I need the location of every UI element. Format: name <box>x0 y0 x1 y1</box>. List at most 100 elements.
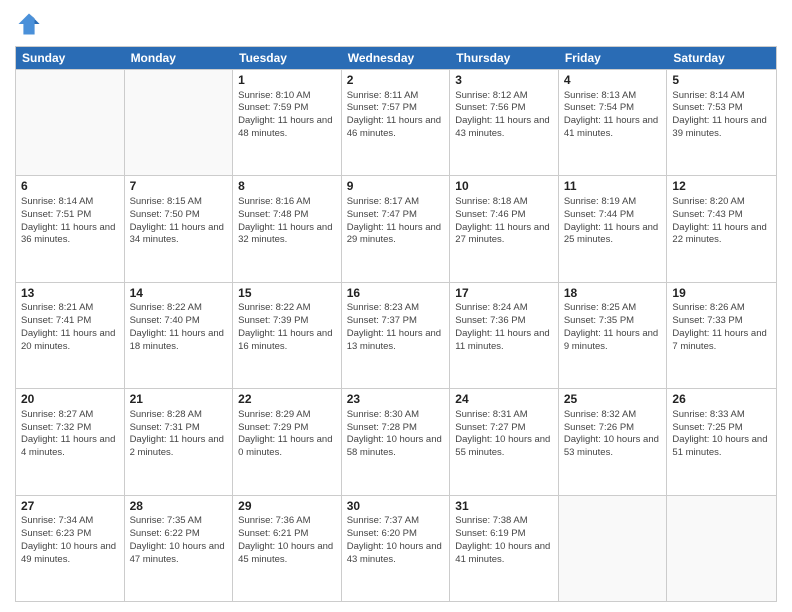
header-day-monday: Monday <box>125 47 234 69</box>
day-cell-11: 11Sunrise: 8:19 AM Sunset: 7:44 PM Dayli… <box>559 176 668 281</box>
day-info: Sunrise: 8:10 AM Sunset: 7:59 PM Dayligh… <box>238 90 336 141</box>
day-info: Sunrise: 8:32 AM Sunset: 7:26 PM Dayligh… <box>564 409 662 460</box>
day-info: Sunrise: 8:28 AM Sunset: 7:31 PM Dayligh… <box>130 409 228 460</box>
day-number: 11 <box>564 179 662 195</box>
day-info: Sunrise: 8:25 AM Sunset: 7:35 PM Dayligh… <box>564 302 662 353</box>
day-number: 26 <box>672 392 771 408</box>
day-cell-21: 21Sunrise: 8:28 AM Sunset: 7:31 PM Dayli… <box>125 389 234 494</box>
week-row-4: 20Sunrise: 8:27 AM Sunset: 7:32 PM Dayli… <box>16 388 776 494</box>
day-info: Sunrise: 8:22 AM Sunset: 7:40 PM Dayligh… <box>130 302 228 353</box>
day-info: Sunrise: 8:11 AM Sunset: 7:57 PM Dayligh… <box>347 90 445 141</box>
logo <box>15 10 47 38</box>
day-cell-9: 9Sunrise: 8:17 AM Sunset: 7:47 PM Daylig… <box>342 176 451 281</box>
day-info: Sunrise: 8:17 AM Sunset: 7:47 PM Dayligh… <box>347 196 445 247</box>
calendar-body: 1Sunrise: 8:10 AM Sunset: 7:59 PM Daylig… <box>16 69 776 601</box>
day-cell-15: 15Sunrise: 8:22 AM Sunset: 7:39 PM Dayli… <box>233 283 342 388</box>
day-number: 28 <box>130 499 228 515</box>
day-info: Sunrise: 8:13 AM Sunset: 7:54 PM Dayligh… <box>564 90 662 141</box>
day-cell-31: 31Sunrise: 7:38 AM Sunset: 6:19 PM Dayli… <box>450 496 559 601</box>
day-cell-30: 30Sunrise: 7:37 AM Sunset: 6:20 PM Dayli… <box>342 496 451 601</box>
day-info: Sunrise: 8:24 AM Sunset: 7:36 PM Dayligh… <box>455 302 553 353</box>
day-info: Sunrise: 8:33 AM Sunset: 7:25 PM Dayligh… <box>672 409 771 460</box>
day-cell-7: 7Sunrise: 8:15 AM Sunset: 7:50 PM Daylig… <box>125 176 234 281</box>
day-number: 10 <box>455 179 553 195</box>
day-cell-20: 20Sunrise: 8:27 AM Sunset: 7:32 PM Dayli… <box>16 389 125 494</box>
day-cell-29: 29Sunrise: 7:36 AM Sunset: 6:21 PM Dayli… <box>233 496 342 601</box>
day-cell-26: 26Sunrise: 8:33 AM Sunset: 7:25 PM Dayli… <box>667 389 776 494</box>
day-cell-4: 4Sunrise: 8:13 AM Sunset: 7:54 PM Daylig… <box>559 70 668 175</box>
day-cell-8: 8Sunrise: 8:16 AM Sunset: 7:48 PM Daylig… <box>233 176 342 281</box>
day-number: 4 <box>564 73 662 89</box>
logo-icon <box>15 10 43 38</box>
day-number: 23 <box>347 392 445 408</box>
day-info: Sunrise: 8:31 AM Sunset: 7:27 PM Dayligh… <box>455 409 553 460</box>
day-number: 13 <box>21 286 119 302</box>
day-cell-22: 22Sunrise: 8:29 AM Sunset: 7:29 PM Dayli… <box>233 389 342 494</box>
week-row-2: 6Sunrise: 8:14 AM Sunset: 7:51 PM Daylig… <box>16 175 776 281</box>
page: SundayMondayTuesdayWednesdayThursdayFrid… <box>0 0 792 612</box>
day-cell-17: 17Sunrise: 8:24 AM Sunset: 7:36 PM Dayli… <box>450 283 559 388</box>
day-cell-12: 12Sunrise: 8:20 AM Sunset: 7:43 PM Dayli… <box>667 176 776 281</box>
calendar-header: SundayMondayTuesdayWednesdayThursdayFrid… <box>16 47 776 69</box>
day-number: 24 <box>455 392 553 408</box>
header-day-saturday: Saturday <box>667 47 776 69</box>
day-cell-1: 1Sunrise: 8:10 AM Sunset: 7:59 PM Daylig… <box>233 70 342 175</box>
day-number: 17 <box>455 286 553 302</box>
day-cell-5: 5Sunrise: 8:14 AM Sunset: 7:53 PM Daylig… <box>667 70 776 175</box>
header <box>15 10 777 38</box>
day-info: Sunrise: 7:38 AM Sunset: 6:19 PM Dayligh… <box>455 515 553 566</box>
day-number: 25 <box>564 392 662 408</box>
day-number: 16 <box>347 286 445 302</box>
day-number: 6 <box>21 179 119 195</box>
day-number: 22 <box>238 392 336 408</box>
empty-cell <box>667 496 776 601</box>
day-info: Sunrise: 7:37 AM Sunset: 6:20 PM Dayligh… <box>347 515 445 566</box>
day-info: Sunrise: 7:36 AM Sunset: 6:21 PM Dayligh… <box>238 515 336 566</box>
day-cell-14: 14Sunrise: 8:22 AM Sunset: 7:40 PM Dayli… <box>125 283 234 388</box>
day-number: 1 <box>238 73 336 89</box>
day-number: 31 <box>455 499 553 515</box>
day-number: 19 <box>672 286 771 302</box>
day-info: Sunrise: 8:15 AM Sunset: 7:50 PM Dayligh… <box>130 196 228 247</box>
day-number: 18 <box>564 286 662 302</box>
day-cell-19: 19Sunrise: 8:26 AM Sunset: 7:33 PM Dayli… <box>667 283 776 388</box>
day-number: 8 <box>238 179 336 195</box>
day-info: Sunrise: 8:21 AM Sunset: 7:41 PM Dayligh… <box>21 302 119 353</box>
day-number: 27 <box>21 499 119 515</box>
day-info: Sunrise: 8:12 AM Sunset: 7:56 PM Dayligh… <box>455 90 553 141</box>
day-number: 12 <box>672 179 771 195</box>
day-cell-6: 6Sunrise: 8:14 AM Sunset: 7:51 PM Daylig… <box>16 176 125 281</box>
day-number: 7 <box>130 179 228 195</box>
day-info: Sunrise: 8:20 AM Sunset: 7:43 PM Dayligh… <box>672 196 771 247</box>
day-info: Sunrise: 8:27 AM Sunset: 7:32 PM Dayligh… <box>21 409 119 460</box>
empty-cell <box>559 496 668 601</box>
week-row-1: 1Sunrise: 8:10 AM Sunset: 7:59 PM Daylig… <box>16 69 776 175</box>
day-info: Sunrise: 7:34 AM Sunset: 6:23 PM Dayligh… <box>21 515 119 566</box>
day-cell-23: 23Sunrise: 8:30 AM Sunset: 7:28 PM Dayli… <box>342 389 451 494</box>
empty-cell <box>16 70 125 175</box>
day-info: Sunrise: 8:18 AM Sunset: 7:46 PM Dayligh… <box>455 196 553 247</box>
day-info: Sunrise: 8:26 AM Sunset: 7:33 PM Dayligh… <box>672 302 771 353</box>
day-number: 2 <box>347 73 445 89</box>
header-day-thursday: Thursday <box>450 47 559 69</box>
day-number: 30 <box>347 499 445 515</box>
day-number: 20 <box>21 392 119 408</box>
header-day-wednesday: Wednesday <box>342 47 451 69</box>
day-info: Sunrise: 8:19 AM Sunset: 7:44 PM Dayligh… <box>564 196 662 247</box>
header-day-friday: Friday <box>559 47 668 69</box>
day-info: Sunrise: 8:22 AM Sunset: 7:39 PM Dayligh… <box>238 302 336 353</box>
day-info: Sunrise: 7:35 AM Sunset: 6:22 PM Dayligh… <box>130 515 228 566</box>
day-cell-25: 25Sunrise: 8:32 AM Sunset: 7:26 PM Dayli… <box>559 389 668 494</box>
day-number: 3 <box>455 73 553 89</box>
header-day-tuesday: Tuesday <box>233 47 342 69</box>
day-info: Sunrise: 8:29 AM Sunset: 7:29 PM Dayligh… <box>238 409 336 460</box>
day-cell-10: 10Sunrise: 8:18 AM Sunset: 7:46 PM Dayli… <box>450 176 559 281</box>
calendar: SundayMondayTuesdayWednesdayThursdayFrid… <box>15 46 777 602</box>
day-number: 21 <box>130 392 228 408</box>
day-cell-2: 2Sunrise: 8:11 AM Sunset: 7:57 PM Daylig… <box>342 70 451 175</box>
day-cell-27: 27Sunrise: 7:34 AM Sunset: 6:23 PM Dayli… <box>16 496 125 601</box>
day-number: 5 <box>672 73 771 89</box>
week-row-3: 13Sunrise: 8:21 AM Sunset: 7:41 PM Dayli… <box>16 282 776 388</box>
header-day-sunday: Sunday <box>16 47 125 69</box>
day-cell-13: 13Sunrise: 8:21 AM Sunset: 7:41 PM Dayli… <box>16 283 125 388</box>
